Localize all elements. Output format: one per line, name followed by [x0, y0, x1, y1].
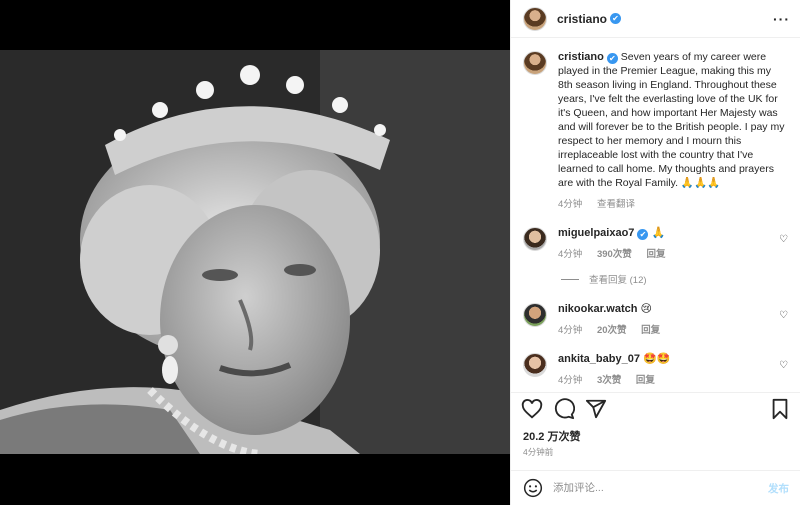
- post-header: cristiano ✔ ···: [511, 0, 800, 38]
- comment-meta: 4分钟 3次赞 回复: [558, 372, 788, 386]
- post-comment-button[interactable]: 发布: [768, 481, 789, 496]
- comment-row: nikookar.watch 😢 4分钟 20次赞 回复 ♡: [523, 302, 788, 336]
- comment-text: 🤩🤩: [643, 353, 671, 365]
- commenter-avatar[interactable]: [523, 227, 547, 251]
- comment-input[interactable]: [553, 482, 768, 494]
- commenter-avatar[interactable]: [523, 353, 547, 377]
- comment-time: 4分钟: [558, 325, 583, 336]
- post-media: [0, 0, 510, 505]
- comment-meta: 4分钟 20次赞 回复: [558, 322, 788, 336]
- action-bar: [511, 392, 800, 425]
- post-modal: cristiano ✔ ··· cristiano ✔ Seven years o…: [0, 0, 800, 505]
- caption-row: cristiano ✔ Seven years of my career were…: [523, 50, 788, 210]
- comments-list: cristiano ✔ Seven years of my career were…: [511, 38, 800, 391]
- comment-text: 😢: [640, 303, 653, 315]
- comment-username[interactable]: ankita_baby_07: [558, 353, 640, 365]
- author-username[interactable]: cristiano: [557, 12, 607, 26]
- comment-meta: 4分钟 390次赞 回复: [558, 246, 788, 260]
- share-icon[interactable]: [585, 398, 607, 420]
- comment-text: 🙏: [651, 227, 666, 239]
- caption-avatar[interactable]: [523, 51, 547, 75]
- comment-likes[interactable]: 3次赞: [597, 375, 621, 386]
- reply-button[interactable]: 回复: [646, 249, 665, 260]
- comment-time: 4分钟: [558, 375, 583, 386]
- comment-username[interactable]: miguelpaixao7: [558, 227, 634, 239]
- commenter-avatar[interactable]: [523, 303, 547, 327]
- author-avatar[interactable]: [523, 6, 547, 31]
- comment-text-block: ankita_baby_07 🤩🤩: [558, 352, 788, 366]
- post-photo[interactable]: [0, 50, 510, 454]
- comment-row: miguelpaixao7 ✔ 🙏 4分钟 390次赞 回复 ♡: [523, 226, 788, 260]
- view-replies-link[interactable]: 查看回复 (12): [561, 272, 788, 286]
- caption-text: Seven years of my career were played in …: [558, 51, 785, 189]
- comment-like-heart-icon[interactable]: ♡: [779, 360, 788, 371]
- verified-badge-icon: ✔: [606, 53, 618, 64]
- comment-like-heart-icon[interactable]: ♡: [779, 234, 788, 245]
- verified-badge-icon: ✔: [610, 13, 622, 24]
- caption-username[interactable]: cristiano: [558, 51, 604, 63]
- see-translation-link[interactable]: 查看翻译: [597, 199, 635, 210]
- reply-button[interactable]: 回复: [641, 325, 660, 336]
- reply-button[interactable]: 回复: [636, 375, 655, 386]
- more-options-icon[interactable]: ···: [773, 11, 790, 27]
- comment-text-block: nikookar.watch 😢: [558, 302, 788, 316]
- caption-text-block: cristiano ✔ Seven years of my career were…: [558, 50, 788, 190]
- comment-text-block: miguelpaixao7 ✔ 🙏: [558, 226, 788, 240]
- comment-icon[interactable]: [553, 398, 575, 420]
- verified-badge-icon: ✔: [637, 229, 649, 240]
- comment-composer: 发布: [511, 470, 800, 505]
- view-replies-label: 查看回复 (12): [589, 275, 647, 286]
- comment-time: 4分钟: [558, 249, 583, 260]
- heart-icon[interactable]: [521, 398, 543, 420]
- comment-like-heart-icon[interactable]: ♡: [779, 310, 788, 321]
- bookmark-icon[interactable]: [769, 398, 791, 420]
- caption-time: 4分钟: [558, 199, 583, 210]
- emoji-icon[interactable]: [523, 478, 543, 498]
- posted-time: 4分钟前: [523, 447, 554, 457]
- comment-username[interactable]: nikookar.watch: [558, 303, 637, 315]
- likes-count[interactable]: 20.2 万次赞: [523, 428, 580, 444]
- comment-row: ankita_baby_07 🤩🤩 4分钟 3次赞 回复 ♡: [523, 352, 788, 386]
- caption-meta: 4分钟 查看翻译: [558, 196, 788, 210]
- comment-likes[interactable]: 20次赞: [597, 325, 627, 336]
- comment-likes[interactable]: 390次赞: [597, 249, 632, 260]
- post-sidebar: cristiano ✔ ··· cristiano ✔ Seven years o…: [510, 0, 800, 505]
- replies-divider: [561, 278, 579, 280]
- queen-portrait-image: [0, 50, 510, 454]
